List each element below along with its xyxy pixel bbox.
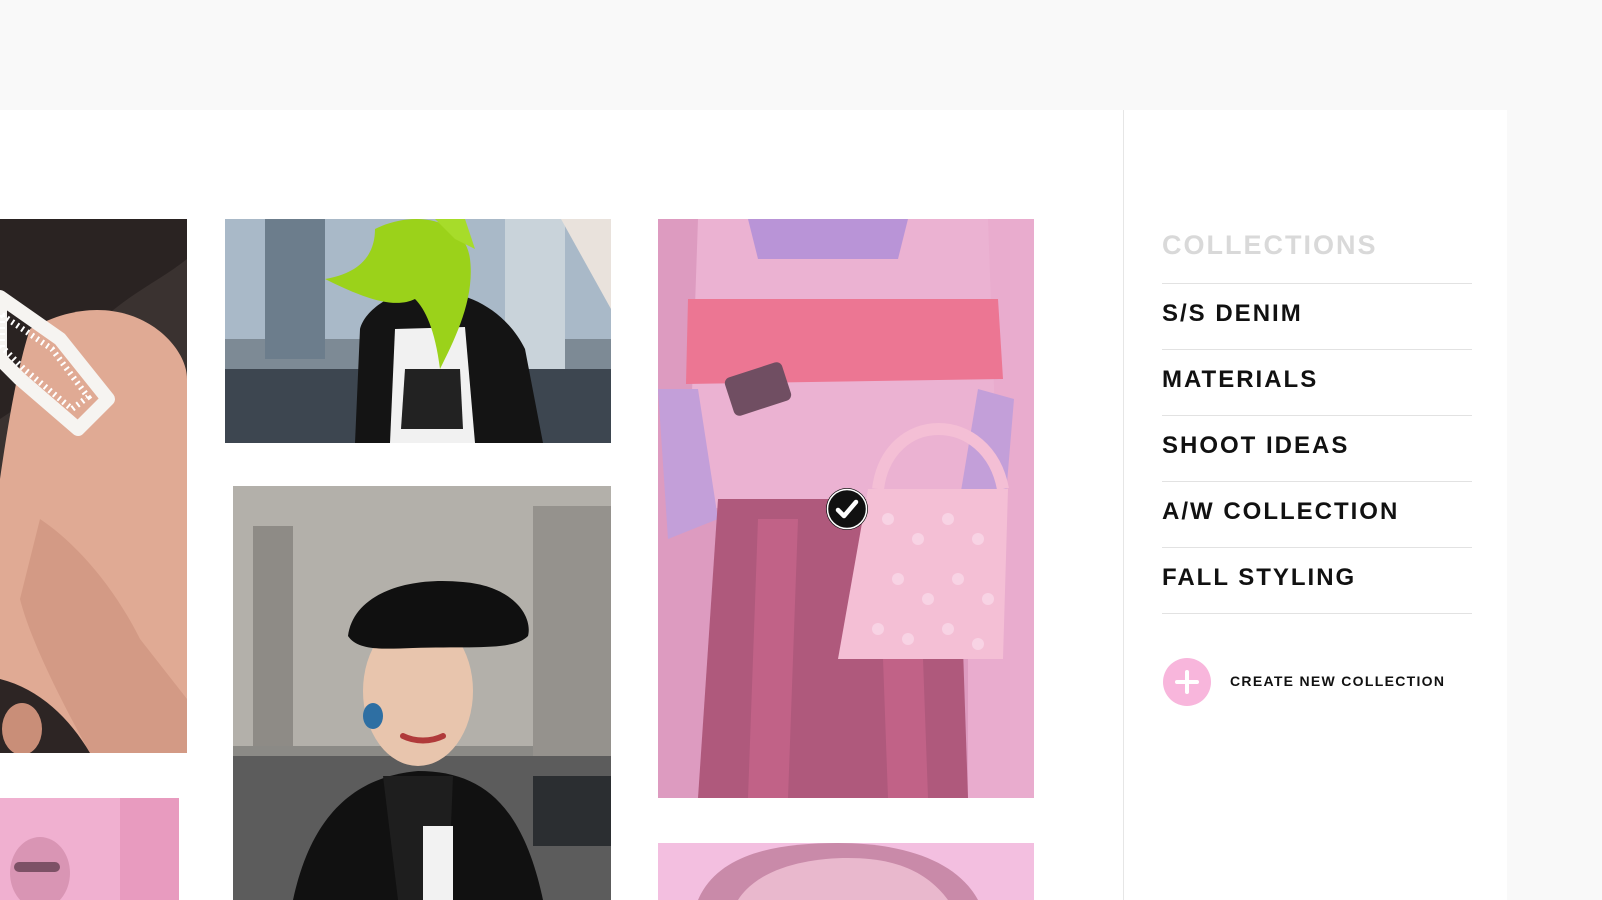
collection-item-ss-denim[interactable]: S/S DENIM	[1162, 284, 1472, 350]
beret-portrait-image	[233, 486, 611, 900]
collection-item-shoot-ideas[interactable]: SHOOT IDEAS	[1162, 416, 1472, 482]
create-new-collection-label: CREATE NEW COLLECTION	[1230, 673, 1446, 689]
pearl-hairclip-photo[interactable]	[0, 219, 187, 753]
green-hair-streetstyle-photo[interactable]	[225, 219, 611, 443]
pink-hair-closeup-photo[interactable]	[658, 843, 1034, 900]
checkmark-icon[interactable]	[826, 488, 868, 530]
plus-icon-bar-v	[1185, 670, 1189, 694]
plus-icon[interactable]	[1163, 658, 1211, 706]
collection-item-label: S/S DENIM	[1162, 300, 1303, 327]
collection-item-label: MATERIALS	[1162, 366, 1319, 393]
green-hair-streetstyle-image	[225, 219, 611, 443]
pink-hair-closeup-image	[658, 843, 1034, 900]
checkmark-glyph	[826, 488, 868, 530]
pink-selfie-photo[interactable]	[0, 798, 179, 900]
panel-divider	[1123, 110, 1124, 900]
collections-title: COLLECTIONS	[1162, 230, 1378, 260]
create-new-collection-button[interactable]: CREATE NEW COLLECTION	[1162, 656, 1472, 708]
collection-item-label: A/W COLLECTION	[1162, 498, 1400, 525]
collection-item-fall-styling[interactable]: FALL STYLING	[1162, 548, 1472, 614]
pink-selfie-image	[0, 798, 179, 900]
collection-item-label: SHOOT IDEAS	[1162, 432, 1350, 459]
collection-item-materials[interactable]: MATERIALS	[1162, 350, 1472, 416]
collection-item-aw-collection[interactable]: A/W COLLECTION	[1162, 482, 1472, 548]
pearl-hairclip-image	[0, 219, 187, 753]
collections-panel: COLLECTIONS S/S DENIM MATERIALS SHOOT ID…	[1162, 110, 1472, 900]
collection-item-label: FALL STYLING	[1162, 564, 1357, 591]
beret-portrait-photo[interactable]	[233, 486, 611, 900]
